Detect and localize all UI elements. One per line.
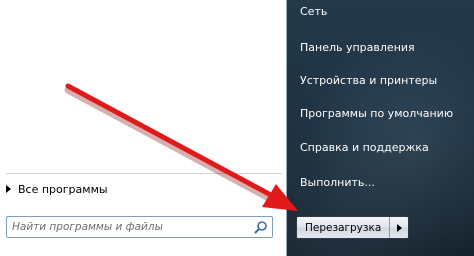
triangle-right-icon — [6, 185, 11, 193]
start-menu-left-panel: Все программы — [0, 0, 287, 256]
search-box[interactable] — [6, 216, 273, 238]
menu-item-default-programs[interactable]: Программы по умолчанию — [300, 107, 453, 120]
menu-item-help-support[interactable]: Справка и поддержка — [300, 141, 429, 154]
menu-item-control-panel[interactable]: Панель управления — [300, 41, 415, 54]
menu-item-network[interactable]: Сеть — [300, 5, 327, 18]
search-input[interactable] — [7, 217, 254, 237]
restart-button[interactable]: Перезагрузка — [297, 217, 391, 238]
shutdown-button-group[interactable]: Перезагрузка — [296, 216, 410, 239]
all-programs-label: Все программы — [18, 182, 108, 196]
menu-item-devices-printers[interactable]: Устройства и принтеры — [300, 74, 437, 87]
menu-item-run[interactable]: Выполнить... — [300, 176, 375, 189]
triangle-right-icon — [396, 223, 402, 232]
all-programs-button[interactable]: Все программы — [6, 180, 108, 198]
magnifier-icon[interactable] — [254, 220, 268, 234]
shutdown-options-button[interactable] — [390, 217, 408, 238]
separator — [6, 173, 282, 174]
